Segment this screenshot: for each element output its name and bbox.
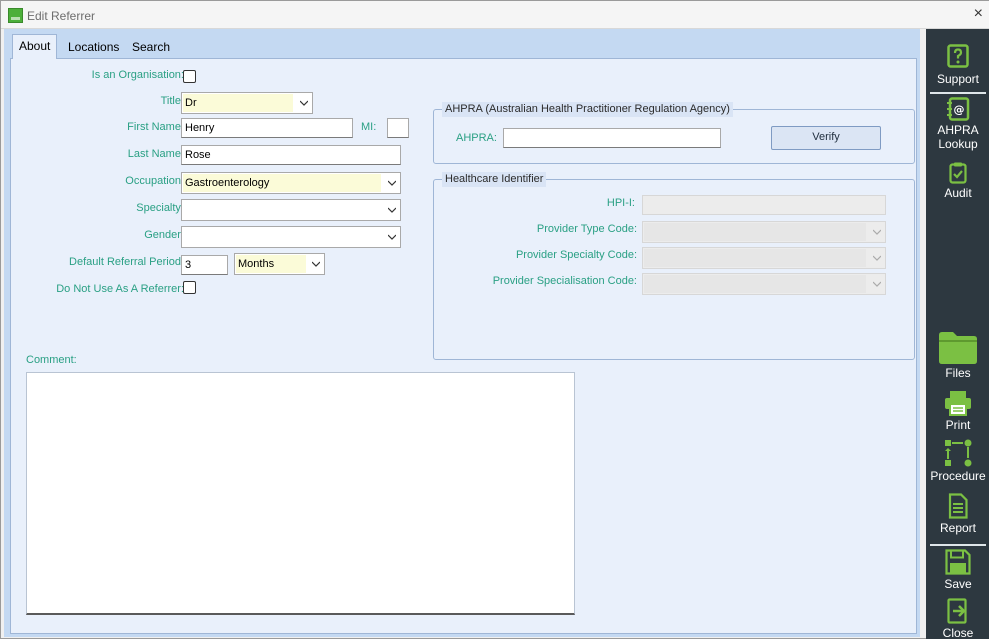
provider-specialisation-code-label: Provider Specialisation Code: (492, 275, 637, 287)
ahpra-field[interactable] (503, 128, 721, 148)
provider-specialisation-code-value (644, 275, 866, 293)
do-not-use-label: Do Not Use As A Referrer: (56, 283, 184, 295)
report-label: Report (939, 521, 977, 535)
about-panel: Is an Organisation: Title: Dr First Name… (10, 58, 917, 634)
is-organisation-checkbox[interactable] (183, 70, 196, 83)
provider-specialty-code-label: Provider Specialty Code: (515, 249, 637, 261)
comment-textarea[interactable] (26, 372, 575, 615)
chevron-down-icon (388, 207, 396, 213)
chevron-down-icon (873, 229, 881, 235)
provider-type-code-label: Provider Type Code: (536, 223, 637, 235)
address-book-icon: @ (947, 97, 970, 121)
close-label: Close (942, 626, 974, 639)
last-name-field[interactable]: Rose (181, 145, 401, 165)
last-name-label: Last Name: (127, 148, 184, 160)
help-icon (947, 44, 969, 68)
chevron-down-icon (873, 281, 881, 287)
close-window-button[interactable]: × (974, 5, 983, 23)
provider-specialty-code-select (642, 247, 886, 269)
do-not-use-checkbox[interactable] (183, 281, 196, 294)
ahpra-group: AHPRA (Australian Health Practitioner Re… (433, 102, 915, 164)
procedure-label: Procedure (930, 469, 986, 483)
procedure-button[interactable]: Procedure (926, 439, 989, 483)
provider-type-code-value (644, 223, 866, 241)
workflow-icon (945, 439, 972, 467)
tab-about[interactable]: About (12, 34, 58, 59)
occupation-value: Gastroenterology (183, 174, 381, 192)
healthcare-identifier-group: Healthcare Identifier HPI-I: Provider Ty… (433, 172, 915, 360)
tab-search[interactable]: Search (126, 36, 176, 58)
ahpra-group-title: AHPRA (Australian Health Practitioner Re… (442, 102, 733, 117)
sidebar-separator (930, 92, 986, 94)
verify-button[interactable]: Verify (771, 126, 881, 150)
gender-value (183, 228, 381, 246)
is-organisation-label: Is an Organisation: (91, 69, 184, 81)
first-name-label: First Name: (127, 121, 184, 133)
provider-specialty-code-value (644, 249, 866, 267)
comment-label: Comment: (26, 354, 77, 366)
window-title: Edit Referrer (27, 9, 96, 23)
chevron-down-icon (388, 180, 396, 186)
chevron-down-icon (388, 234, 396, 240)
tab-locations[interactable]: Locations (62, 36, 125, 58)
first-name-field[interactable]: Henry (181, 118, 353, 138)
middle-initial-field[interactable] (387, 118, 409, 138)
provider-type-code-select (642, 221, 886, 243)
ahpra-label: AHPRA: (456, 132, 497, 144)
folder-icon (939, 332, 977, 364)
specialty-select[interactable] (181, 199, 401, 221)
files-label: Files (945, 366, 971, 380)
print-label: Print (945, 418, 971, 432)
occupation-label: Occupation: (125, 175, 184, 187)
floppy-disk-icon (945, 549, 971, 575)
specialty-value (183, 201, 381, 219)
svg-text:@: @ (954, 103, 965, 116)
referral-unit-value: Months (236, 255, 306, 273)
support-label: Support (936, 72, 980, 86)
gender-label: Gender: (144, 229, 184, 241)
referral-period-unit-select[interactable]: Months (234, 253, 325, 275)
action-sidebar: Support @ AHPRA Lookup Audit Files Print… (926, 29, 989, 639)
title-value: Dr (183, 94, 293, 112)
ahpra-lookup-label-line1: AHPRA (937, 123, 979, 137)
provider-specialisation-code-select (642, 273, 886, 295)
save-label: Save (944, 577, 972, 591)
occupation-select[interactable]: Gastroenterology (181, 172, 401, 194)
mi-label: MI: (361, 121, 377, 133)
chevron-down-icon (873, 255, 881, 261)
audit-button[interactable]: Audit (926, 162, 989, 200)
files-button[interactable]: Files (926, 332, 989, 380)
referral-period-field[interactable]: 3 (181, 255, 228, 275)
printer-icon (945, 391, 971, 416)
clipboard-check-icon (949, 162, 967, 184)
report-document-icon (948, 493, 968, 519)
hpii-label: HPI-I: (606, 197, 635, 209)
edit-referrer-window: Edit Referrer × About Locations Search I… (0, 0, 989, 639)
main-area: About Locations Search Is an Organisatio… (4, 29, 920, 637)
chevron-down-icon (312, 261, 320, 267)
save-button[interactable]: Save (926, 549, 989, 591)
support-button[interactable]: Support (926, 44, 989, 86)
sidebar-separator (930, 544, 986, 546)
app-icon (8, 8, 23, 23)
default-referral-period-label: Default Referral Period: (69, 256, 184, 268)
exit-door-icon (947, 598, 967, 624)
chevron-down-icon (300, 100, 308, 106)
close-button[interactable]: Close (926, 598, 989, 639)
ahpra-lookup-button[interactable]: @ AHPRA Lookup (926, 97, 989, 151)
title-select[interactable]: Dr (181, 92, 313, 114)
print-button[interactable]: Print (926, 390, 989, 432)
ahpra-lookup-label-line2: Lookup (938, 137, 978, 151)
gender-select[interactable] (181, 226, 401, 248)
specialty-label: Specialty: (136, 202, 184, 214)
hpii-field (642, 195, 886, 215)
healthcare-group-title: Healthcare Identifier (442, 172, 547, 187)
audit-label: Audit (944, 186, 972, 200)
report-button[interactable]: Report (926, 493, 989, 535)
title-bar: Edit Referrer × (1, 1, 989, 29)
